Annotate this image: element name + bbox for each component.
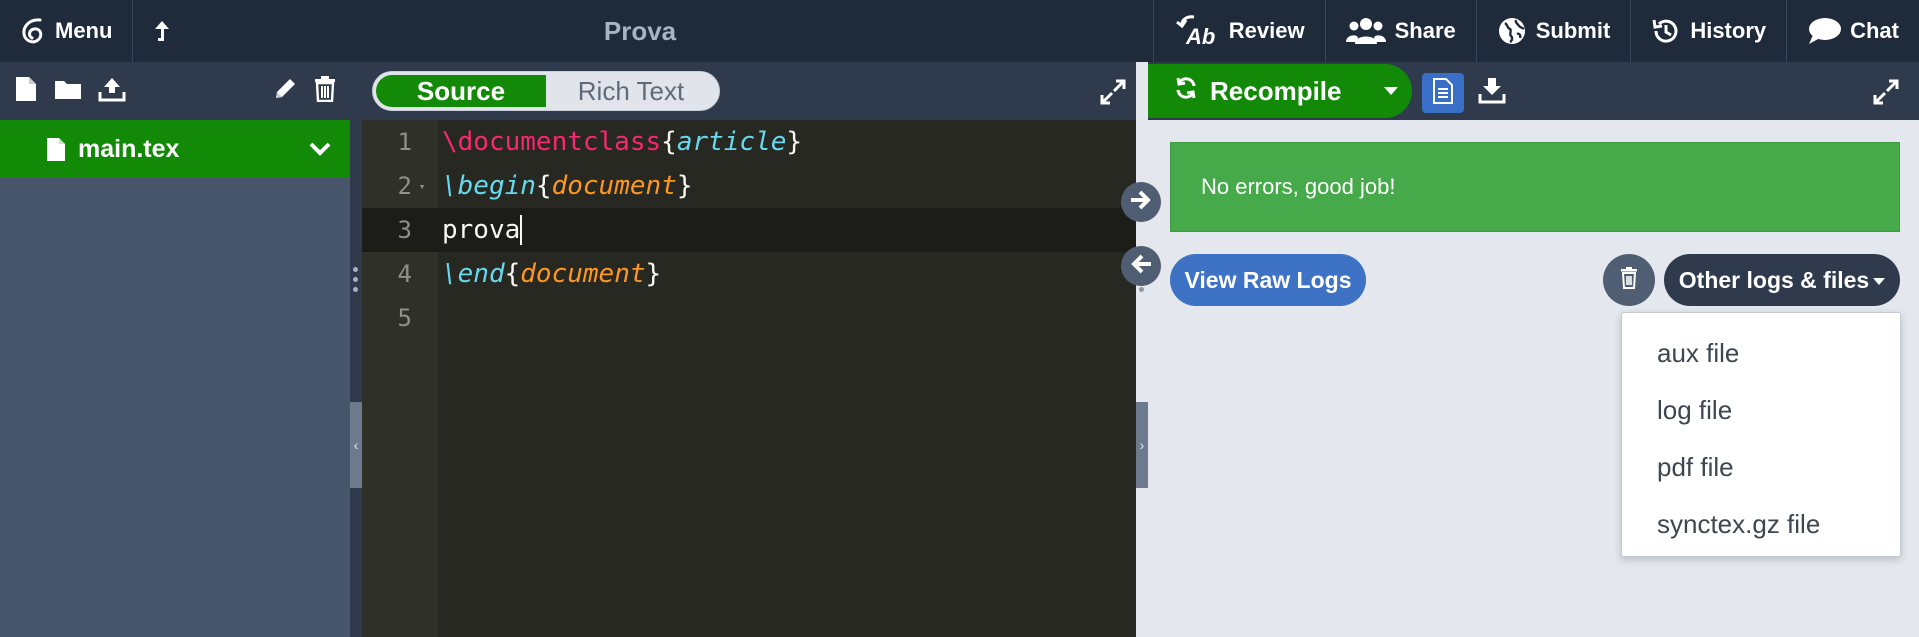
share-button[interactable]: Share xyxy=(1326,0,1476,62)
collapse-file-tree-toggle[interactable]: ‹ xyxy=(350,402,362,488)
editor-mode-toggle[interactable]: Source Rich Text xyxy=(372,71,720,111)
file-text-icon xyxy=(1433,77,1453,109)
latex-argument: article xyxy=(676,127,787,157)
expand-icon[interactable] xyxy=(1100,79,1126,110)
chat-icon xyxy=(1807,17,1842,45)
code-editor-panel: Source Rich Text 1 \documentclass{articl… xyxy=(362,62,1148,637)
rename-pencil-icon[interactable] xyxy=(272,76,298,107)
line-number: 3 xyxy=(397,216,412,244)
history-icon xyxy=(1651,16,1681,46)
history-button[interactable]: History xyxy=(1631,0,1786,62)
code-line[interactable]: 1 \documentclass{article} xyxy=(362,120,1148,164)
file-tree-resizer[interactable]: ‹ xyxy=(350,62,362,637)
code-line[interactable]: 5 xyxy=(362,296,1148,340)
clear-cache-button[interactable] xyxy=(1603,254,1655,306)
code-text: prova xyxy=(442,214,521,245)
overleaf-logo-icon xyxy=(20,17,46,45)
level-up-icon xyxy=(153,19,171,43)
chevron-down-icon[interactable] xyxy=(308,135,332,164)
svg-text:Ab: Ab xyxy=(1185,24,1215,48)
view-raw-logs-button[interactable]: View Raw Logs xyxy=(1170,254,1366,306)
new-folder-icon[interactable] xyxy=(54,77,82,106)
code-line[interactable]: 2 ▾ \begin{document} xyxy=(362,164,1148,208)
history-label: History xyxy=(1690,18,1767,43)
pdf-toolbar: Recompile xyxy=(1148,62,1919,120)
download-pdf-icon[interactable] xyxy=(1478,76,1506,109)
upload-icon[interactable] xyxy=(98,76,126,107)
recompile-options-caret-icon[interactable] xyxy=(1384,87,1398,95)
delete-trash-icon[interactable] xyxy=(314,75,336,107)
latex-argument: document xyxy=(520,259,646,289)
menu-item-aux-file[interactable]: aux file xyxy=(1622,325,1900,382)
share-label: Share xyxy=(1394,18,1456,43)
review-icon: Ab xyxy=(1174,14,1220,48)
review-label: Review xyxy=(1228,18,1305,43)
toggle-pdf-logs-button[interactable] xyxy=(1422,73,1464,113)
globe-icon xyxy=(1497,16,1527,46)
fold-arrow-icon[interactable]: ▾ xyxy=(412,180,432,193)
project-title[interactable]: Prova xyxy=(560,0,720,62)
rich-text-mode-button[interactable]: Rich Text xyxy=(546,75,716,107)
collapse-pdf-toggle[interactable]: › xyxy=(1136,402,1148,488)
menu-item-pdf-file[interactable]: pdf file xyxy=(1622,439,1900,496)
latex-argument: document xyxy=(551,171,677,201)
other-logs-dropdown[interactable]: Other logs & files xyxy=(1664,254,1900,306)
trash-icon xyxy=(1620,266,1638,294)
line-number: 4 xyxy=(397,260,412,288)
menu-item-synctex-file[interactable]: synctex.gz file xyxy=(1622,496,1900,553)
line-number: 2 xyxy=(397,172,412,200)
pdf-resizer[interactable]: › xyxy=(1136,62,1148,637)
arrow-left-icon xyxy=(1129,253,1153,280)
source-mode-button[interactable]: Source xyxy=(376,75,546,107)
users-icon xyxy=(1345,16,1386,46)
top-toolbar: Menu Prova Ab Review Share Submit Histor… xyxy=(0,0,1919,62)
other-logs-label: Other logs & files xyxy=(1678,266,1870,293)
file-icon xyxy=(46,137,66,169)
menu-item-log-file[interactable]: log file xyxy=(1622,382,1900,439)
recompile-label: Recompile xyxy=(1210,75,1342,106)
sync-to-code-button[interactable] xyxy=(1121,246,1161,286)
editor-toolbar: Source Rich Text xyxy=(362,62,1148,120)
submit-button[interactable]: Submit xyxy=(1477,0,1631,62)
menu-label: Menu xyxy=(55,18,113,43)
refresh-icon xyxy=(1174,76,1198,107)
line-number: 5 xyxy=(397,304,412,332)
arrow-right-icon xyxy=(1129,189,1153,216)
no-errors-alert: No errors, good job! xyxy=(1170,142,1900,232)
review-button[interactable]: Ab Review xyxy=(1154,0,1325,62)
file-item-label: main.tex xyxy=(78,134,180,163)
line-number: 1 xyxy=(397,128,412,156)
latex-command: \begin xyxy=(442,171,536,201)
sync-to-pdf-button[interactable] xyxy=(1121,182,1161,222)
latex-command: \documentclass xyxy=(442,127,662,157)
code-line-active[interactable]: 3 prova xyxy=(362,208,1148,252)
pdf-panel: Recompile No errors, good job! View Raw … xyxy=(1148,62,1919,637)
caret-down-icon xyxy=(1873,278,1886,285)
expand-icon[interactable] xyxy=(1873,79,1899,110)
menu-button[interactable]: Menu xyxy=(0,0,132,62)
file-item-main-tex[interactable]: main.tex xyxy=(0,120,350,178)
new-file-icon[interactable] xyxy=(14,75,38,108)
resizer-grip xyxy=(353,267,358,297)
chat-button[interactable]: Chat xyxy=(1787,0,1919,62)
file-tree-toolbar xyxy=(0,62,350,120)
file-tree-panel: main.tex xyxy=(0,62,350,637)
latex-command: \end xyxy=(442,259,505,289)
recompile-button[interactable]: Recompile xyxy=(1148,64,1412,118)
other-logs-menu: aux file log file pdf file synctex.gz fi… xyxy=(1621,312,1901,557)
chat-label: Chat xyxy=(1850,18,1899,43)
back-to-projects-button[interactable] xyxy=(133,0,191,62)
submit-label: Submit xyxy=(1535,18,1611,43)
text-cursor xyxy=(520,215,523,246)
code-line[interactable]: 4 \end{document} xyxy=(362,252,1148,296)
